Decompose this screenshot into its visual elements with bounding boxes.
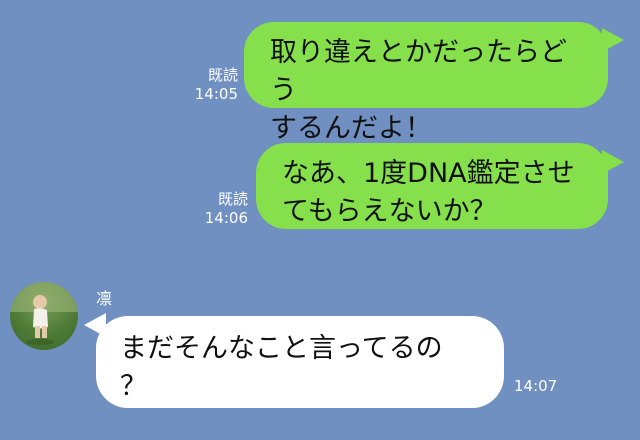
message-bubble[interactable]: まだそんなこと言ってるの ？ bbox=[96, 316, 504, 408]
message-meta-1: 既読 14:05 bbox=[190, 66, 238, 104]
bubble-tail bbox=[602, 28, 624, 52]
read-receipt-label: 既読 bbox=[217, 190, 248, 208]
message-timestamp: 14:07 bbox=[514, 377, 558, 395]
message-meta-2: 既読 14:06 bbox=[196, 190, 248, 228]
child-photo-icon bbox=[10, 282, 78, 345]
message-timestamp: 14:06 bbox=[204, 209, 248, 227]
bubble-tail bbox=[602, 150, 624, 174]
message-bubble[interactable]: 取り違えとかだったらどう するんだよ！ bbox=[244, 22, 608, 144]
sender-name: 凛 bbox=[96, 289, 113, 308]
message-timestamp: 14:05 bbox=[194, 85, 238, 103]
message-bubble[interactable]: なあ、1度DNA鑑定させ てもらえないか？ bbox=[256, 143, 608, 229]
read-receipt-label: 既読 bbox=[207, 66, 238, 84]
sender-avatar[interactable] bbox=[10, 282, 78, 350]
